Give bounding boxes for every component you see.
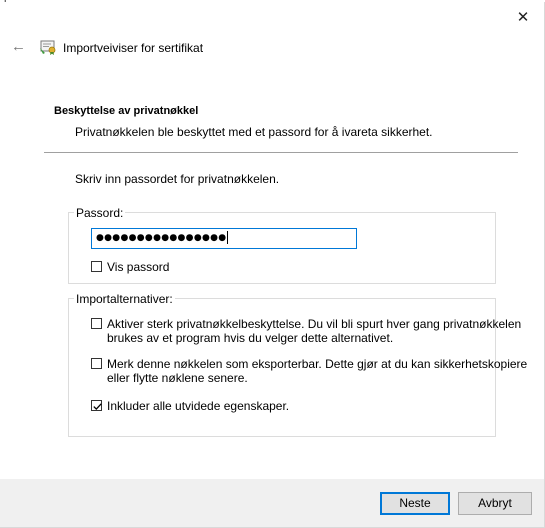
window-title: Importveiviser for sertifikat bbox=[63, 41, 204, 55]
section-title: Beskyttelse av privatnøkkel bbox=[54, 105, 199, 117]
close-icon: ✕ bbox=[516, 9, 530, 26]
exportable-label[interactable]: Merk denne nøkkelen som eksporterbar. De… bbox=[107, 357, 527, 385]
exportable-checkbox[interactable] bbox=[91, 358, 102, 369]
header-separator bbox=[44, 152, 518, 153]
close-button[interactable]: ✕ bbox=[510, 8, 536, 28]
strong-protection-label[interactable]: Aktiver sterk privatnøkkelbeskyttelse. D… bbox=[107, 317, 521, 345]
strong-protection-line2: brukes av et program hvis du velger dett… bbox=[107, 331, 394, 345]
password-group-label: Passord: bbox=[74, 206, 126, 220]
checkmark-icon bbox=[93, 403, 102, 411]
show-password-label[interactable]: Vis passord bbox=[107, 260, 169, 274]
strong-protection-line1: Aktiver sterk privatnøkkelbeskyttelse. D… bbox=[107, 317, 522, 331]
instruction-text: Skriv inn passordet for privatnøkkelen. bbox=[75, 172, 280, 186]
exportable-line1: Merk denne nøkkelen som eksporterbar. De… bbox=[107, 357, 528, 371]
certificate-import-wizard-dialog: ✕ ← Importveiviser for sertifikat Beskyt… bbox=[0, 2, 545, 528]
exportable-line2: eller flytte nøklene senere. bbox=[107, 371, 248, 385]
cancel-button[interactable]: Avbryt bbox=[458, 492, 532, 515]
strong-protection-checkbox[interactable] bbox=[91, 318, 102, 329]
arrow-left-icon: ← bbox=[11, 38, 26, 55]
import-options-label: Importalternativer: bbox=[74, 292, 175, 306]
dialog-footer: Neste Avbryt bbox=[0, 479, 544, 527]
text-caret bbox=[227, 231, 229, 244]
password-input[interactable]: ●●●●●●●●●●●●●●●● bbox=[91, 228, 357, 249]
next-button[interactable]: Neste bbox=[380, 492, 450, 515]
back-button[interactable]: ← bbox=[11, 38, 26, 55]
certificate-icon bbox=[40, 40, 56, 55]
section-description: Privatnøkkelen ble beskyttet med et pass… bbox=[75, 125, 433, 139]
show-password-checkbox[interactable] bbox=[91, 261, 102, 272]
extended-properties-label[interactable]: Inkluder alle utvidede egenskaper. bbox=[107, 399, 289, 413]
extended-properties-checkbox[interactable] bbox=[91, 400, 102, 411]
password-value: ●●●●●●●●●●●●●●●● bbox=[96, 233, 227, 243]
